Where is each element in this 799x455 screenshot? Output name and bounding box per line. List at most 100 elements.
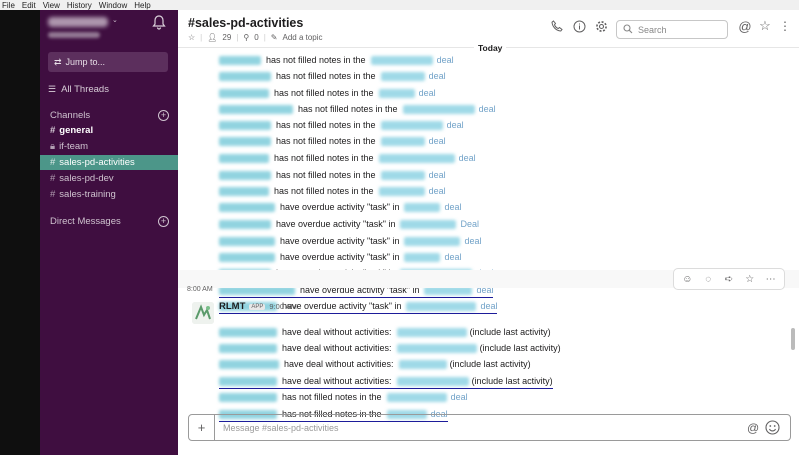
deal-suffix[interactable]: deal	[429, 186, 446, 196]
user-mention-blurred[interactable]	[219, 202, 275, 212]
user-mention-blurred[interactable]	[219, 170, 271, 180]
deal-suffix[interactable]: Deal	[460, 219, 479, 229]
message-tail: (include last activity)	[479, 343, 561, 353]
user-mention-blurred[interactable]	[219, 186, 269, 196]
sidebar-item-general[interactable]: # general	[40, 123, 178, 138]
direct-messages-header[interactable]: Direct Messages	[50, 216, 121, 227]
deal-link-blurred[interactable]	[386, 392, 447, 402]
deal-link-blurred[interactable]	[402, 104, 475, 114]
bell-icon[interactable]	[152, 14, 166, 30]
deal-link-blurred[interactable]	[398, 359, 447, 369]
sidebar-item-sales-pd-activities[interactable]: # sales-pd-activities	[40, 155, 178, 170]
deal-suffix[interactable]: deal	[419, 88, 436, 98]
user-mention-blurred[interactable]	[219, 120, 271, 130]
deal-suffix[interactable]: deal	[444, 252, 461, 262]
search-input[interactable]: Search	[616, 20, 728, 39]
deal-link-blurred[interactable]	[378, 88, 415, 98]
mention-icon[interactable]: @	[747, 421, 759, 435]
more-vertical-icon[interactable]: ⋮	[778, 19, 792, 33]
user-mention-blurred[interactable]	[219, 55, 261, 65]
share-icon[interactable]: ➪	[722, 272, 736, 286]
mentions-icon[interactable]: @	[738, 19, 752, 34]
deal-link-blurred[interactable]	[406, 301, 477, 311]
deal-link-blurred[interactable]	[378, 186, 425, 196]
deal-link-blurred[interactable]	[380, 120, 443, 130]
user-mention-blurred[interactable]	[219, 376, 277, 386]
jump-to-button[interactable]: ⇄ Jump to...	[48, 52, 168, 72]
deal-suffix[interactable]: deal	[480, 301, 497, 311]
sender-name[interactable]: RLMT	[219, 301, 245, 312]
menu-history[interactable]: History	[67, 1, 92, 10]
add-dm-icon[interactable]: +	[158, 216, 169, 227]
menu-file[interactable]: File	[2, 1, 15, 10]
all-threads-item[interactable]: ☰ All Threads	[48, 84, 109, 95]
avatar[interactable]	[192, 302, 214, 324]
user-mention-blurred[interactable]	[219, 327, 277, 337]
user-mention-blurred[interactable]	[219, 71, 271, 81]
user-mention-blurred[interactable]	[219, 343, 277, 353]
add-topic-link[interactable]: Add a topic	[282, 33, 322, 42]
message-timestamp[interactable]: 8:00 AM	[187, 286, 213, 293]
deal-suffix[interactable]: deal	[459, 153, 476, 163]
deal-link-blurred[interactable]	[380, 170, 425, 180]
sidebar-item-sales-training[interactable]: # sales-training	[40, 187, 178, 202]
channel-title[interactable]: #sales-pd-activities	[188, 16, 303, 30]
user-mention-blurred[interactable]	[219, 136, 271, 146]
starred-icon[interactable]: ☆	[758, 18, 772, 33]
deal-link-blurred[interactable]	[370, 55, 433, 65]
sidebar-item-if-team[interactable]: 🔒︎ if-team	[40, 139, 178, 154]
message-time[interactable]: 9:00 AM	[269, 302, 297, 311]
channels-header[interactable]: Channels	[50, 110, 90, 121]
more-actions-icon[interactable]: ⋯	[764, 272, 778, 286]
user-mention-blurred[interactable]	[219, 153, 269, 163]
gear-icon[interactable]	[594, 19, 608, 33]
user-mention-blurred[interactable]	[219, 104, 293, 114]
pins-count[interactable]: 0	[254, 33, 258, 42]
deal-link-blurred[interactable]	[380, 136, 425, 146]
deal-suffix[interactable]: deal	[447, 120, 464, 130]
deal-suffix[interactable]: deal	[437, 55, 454, 65]
deal-link-blurred[interactable]	[404, 252, 441, 262]
workspace-name-blurred[interactable]	[48, 17, 108, 27]
user-mention-blurred[interactable]	[219, 236, 275, 246]
add-reaction-icon[interactable]: ☺	[680, 272, 694, 286]
phone-icon[interactable]	[550, 19, 564, 33]
info-icon[interactable]	[572, 19, 586, 33]
deal-link-blurred[interactable]	[404, 236, 461, 246]
deal-suffix[interactable]: deal	[429, 170, 446, 180]
menu-view[interactable]: View	[43, 1, 60, 10]
star-icon[interactable]: ☆	[188, 33, 195, 42]
deal-suffix[interactable]: deal	[429, 136, 446, 146]
user-mention-blurred[interactable]	[219, 252, 275, 262]
deal-suffix[interactable]: deal	[429, 71, 446, 81]
user-mention-blurred[interactable]	[219, 392, 277, 402]
chevron-down-icon[interactable]: ⌄	[112, 16, 118, 24]
scrollbar[interactable]	[791, 328, 795, 350]
menu-help[interactable]: Help	[134, 1, 150, 10]
menu-edit[interactable]: Edit	[22, 1, 36, 10]
user-mention-blurred[interactable]	[219, 88, 269, 98]
reply-thread-icon[interactable]: ◌	[701, 272, 715, 286]
attach-plus-button[interactable]: +	[189, 415, 215, 440]
deal-link-blurred[interactable]	[396, 327, 467, 337]
emoji-icon[interactable]	[765, 420, 780, 435]
sidebar-item-sales-pd-dev[interactable]: # sales-pd-dev	[40, 171, 178, 186]
message-composer[interactable]: + Message #sales-pd-activities @	[188, 414, 791, 441]
add-channel-icon[interactable]: +	[158, 110, 169, 121]
deal-suffix[interactable]: deal	[479, 104, 496, 114]
deal-link-blurred[interactable]	[380, 71, 425, 81]
members-count[interactable]: 29	[222, 33, 231, 42]
deal-link-blurred[interactable]	[404, 202, 441, 212]
deal-link-blurred[interactable]	[400, 219, 457, 229]
deal-link-blurred[interactable]	[378, 153, 455, 163]
deal-link-blurred[interactable]	[396, 343, 477, 353]
pin-icon[interactable]: ⚲	[243, 33, 249, 42]
user-mention-blurred[interactable]	[219, 219, 271, 229]
deal-link-blurred[interactable]	[396, 376, 469, 386]
deal-suffix[interactable]: deal	[444, 202, 461, 212]
star-icon[interactable]: ☆	[743, 272, 757, 286]
user-mention-blurred[interactable]	[219, 359, 279, 369]
menu-window[interactable]: Window	[99, 1, 127, 10]
deal-suffix[interactable]: deal	[464, 236, 481, 246]
members-icon[interactable]: 👤︎	[207, 33, 217, 42]
